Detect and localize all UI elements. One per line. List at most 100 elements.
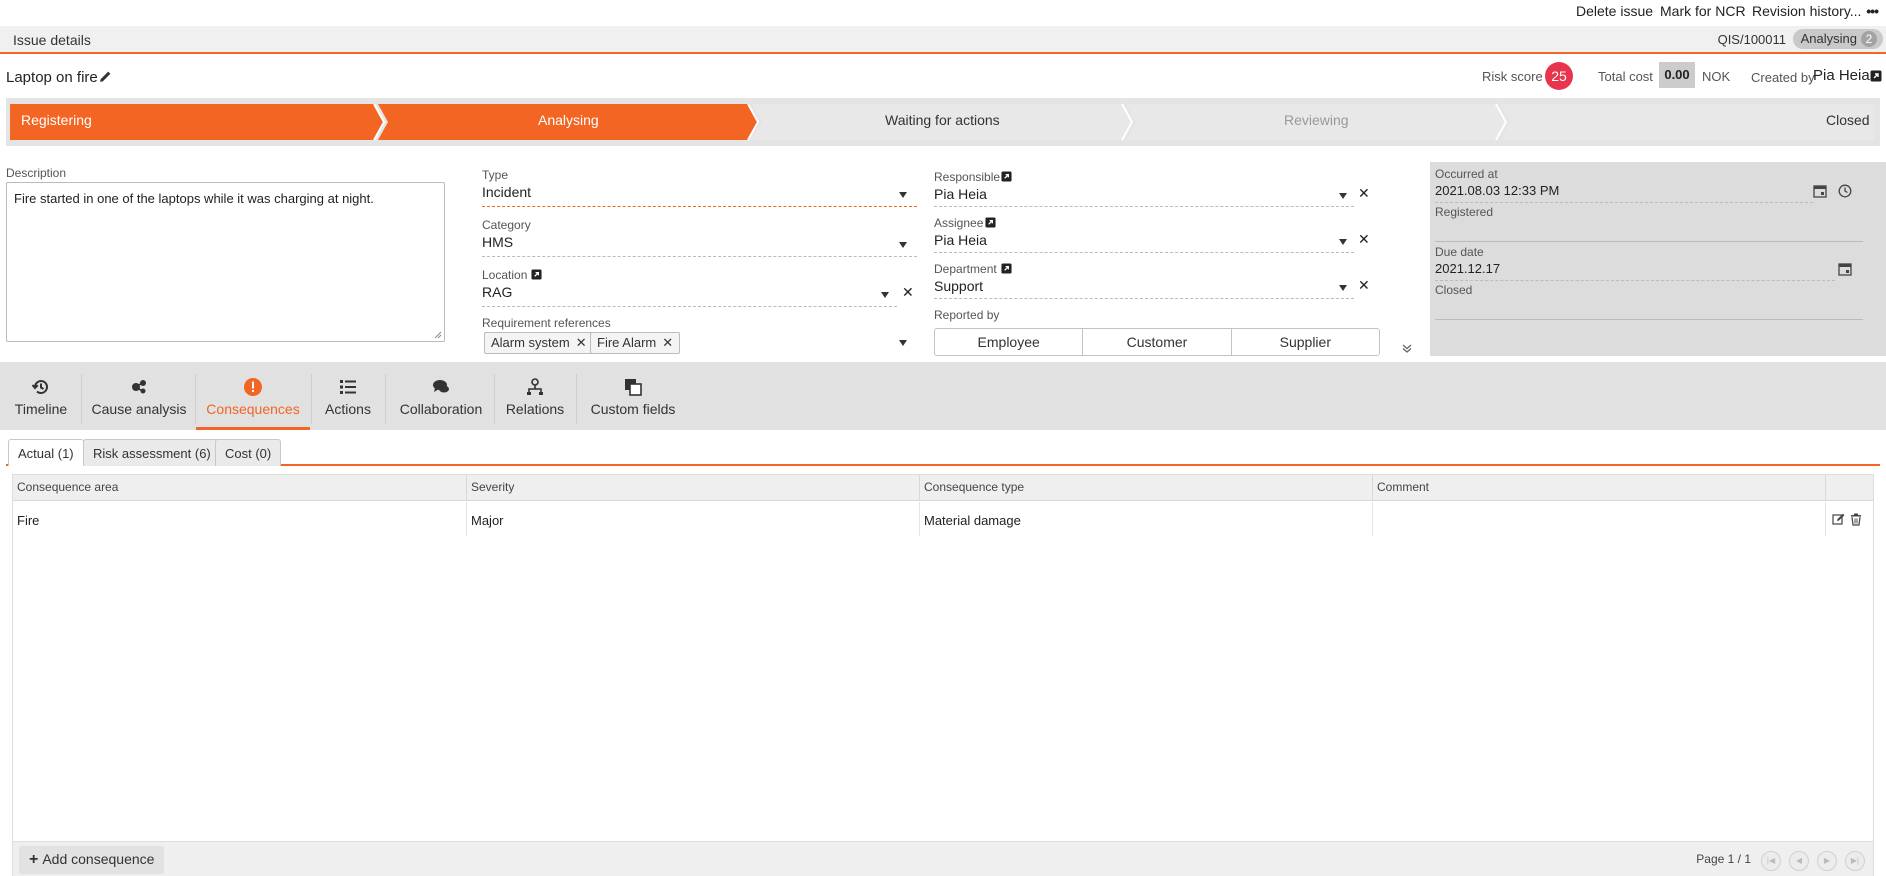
- occurred-at-value[interactable]: 2021.08.03 12:33 PM: [1435, 183, 1559, 198]
- tab-consequences[interactable]: Consequences: [196, 370, 310, 430]
- tab-timeline[interactable]: Timeline: [6, 370, 76, 430]
- last-page-icon[interactable]: ▶|: [1845, 851, 1865, 871]
- external-link-icon[interactable]: [1870, 70, 1882, 82]
- assignee-caret-icon[interactable]: [1339, 239, 1347, 245]
- column-row-actions: [1826, 475, 1873, 501]
- column-consequence-area[interactable]: Consequence area: [13, 475, 467, 501]
- location-caret-icon[interactable]: [881, 292, 889, 298]
- step-registering[interactable]: Registering: [21, 112, 92, 128]
- tab-collaboration[interactable]: Collaboration: [390, 370, 492, 430]
- tab-actions-label: Actions: [325, 401, 371, 417]
- subtab-actual[interactable]: Actual (1): [8, 439, 84, 466]
- tab-relations[interactable]: Relations: [498, 370, 572, 430]
- subtab-cost[interactable]: Cost (0): [215, 439, 282, 466]
- add-consequence-label: Add consequence: [42, 851, 155, 867]
- column-consequence-type[interactable]: Consequence type: [920, 475, 1373, 501]
- department-link-icon[interactable]: [1001, 263, 1012, 274]
- requirement-chip[interactable]: Alarm system ✕: [484, 332, 594, 354]
- grid-header: Consequence area Severity Consequence ty…: [13, 475, 1873, 501]
- requirements-caret-icon[interactable]: [899, 340, 907, 346]
- top-action-bar: Delete issue Mark for NCR Revision histo…: [0, 0, 1886, 26]
- assignee-link-icon[interactable]: [985, 217, 996, 228]
- reported-by-supplier[interactable]: Supplier: [1232, 329, 1379, 355]
- category-caret-icon[interactable]: [899, 242, 907, 248]
- department-clear-icon[interactable]: ✕: [1358, 277, 1370, 294]
- tab-custom-fields[interactable]: Custom fields: [580, 370, 686, 430]
- clock-icon[interactable]: [1838, 184, 1852, 198]
- consequences-grid: Consequence area Severity Consequence ty…: [12, 474, 1874, 876]
- tab-cause-analysis[interactable]: Cause analysis: [86, 370, 192, 430]
- requirement-chip[interactable]: Fire Alarm ✕: [590, 332, 681, 354]
- workflow-progress: Registering Analysing Waiting for action…: [6, 98, 1880, 146]
- subtab-risk-assessment[interactable]: Risk assessment (6): [83, 439, 221, 466]
- column-severity[interactable]: Severity: [467, 475, 920, 501]
- currency-label: NOK: [1702, 69, 1731, 84]
- department-caret-icon[interactable]: [1339, 285, 1347, 291]
- delete-issue-button[interactable]: Delete issue: [1576, 3, 1653, 19]
- tab-divider: [576, 374, 577, 424]
- step-closed[interactable]: Closed: [1826, 112, 1870, 128]
- responsible-select[interactable]: Pia Heia: [934, 186, 987, 202]
- issue-details-bar: Issue details QIS/100011 Analysing 2: [0, 26, 1886, 54]
- remove-chip-icon[interactable]: ✕: [662, 335, 673, 350]
- tab-actions[interactable]: Actions: [314, 370, 382, 430]
- add-consequence-button[interactable]: + Add consequence: [19, 846, 165, 874]
- tab-divider: [311, 374, 312, 424]
- edit-row-icon[interactable]: [1832, 513, 1845, 526]
- remove-chip-icon[interactable]: ✕: [576, 335, 587, 350]
- comments-icon: [433, 380, 449, 393]
- section-tabs: Timeline Cause analysis Consequences Act…: [0, 362, 1886, 430]
- type-select[interactable]: Incident: [482, 184, 531, 200]
- responsible-clear-icon[interactable]: ✕: [1358, 185, 1370, 202]
- more-options-button[interactable]: •••: [1866, 3, 1879, 19]
- due-date-value[interactable]: 2021.12.17: [1435, 261, 1500, 276]
- reported-by-label: Reported by: [934, 308, 1000, 322]
- registered-label: Registered: [1435, 205, 1494, 219]
- due-date-label: Due date: [1435, 245, 1484, 259]
- reported-by-employee[interactable]: Employee: [935, 329, 1084, 355]
- calendar-icon[interactable]: [1813, 184, 1827, 198]
- step-waiting-for-actions[interactable]: Waiting for actions: [885, 112, 1000, 128]
- type-caret-icon[interactable]: [899, 192, 907, 198]
- responsible-underline: [934, 206, 1354, 207]
- step-reviewing[interactable]: Reviewing: [1284, 112, 1349, 128]
- category-select[interactable]: HMS: [482, 234, 513, 250]
- due-date-underline: [1435, 280, 1835, 281]
- resize-handle-icon[interactable]: [434, 331, 442, 339]
- dates-panel: Occurred at 2021.08.03 12:33 PM Register…: [1430, 162, 1886, 356]
- previous-page-icon[interactable]: ◀: [1789, 851, 1809, 871]
- description-label: Description: [6, 166, 67, 180]
- assignee-select[interactable]: Pia Heia: [934, 232, 987, 248]
- location-link-icon[interactable]: [531, 269, 542, 280]
- department-select[interactable]: Support: [934, 278, 983, 294]
- assignee-clear-icon[interactable]: ✕: [1358, 231, 1370, 248]
- expand-down-icon[interactable]: [1401, 342, 1413, 354]
- mark-for-ncr-button[interactable]: Mark for NCR: [1660, 3, 1746, 19]
- step-analysing[interactable]: Analysing: [538, 112, 599, 128]
- closed-label: Closed: [1435, 283, 1473, 297]
- description-textarea[interactable]: Fire started in one of the laptops while…: [6, 182, 445, 342]
- risk-score-badge: 25: [1545, 62, 1573, 90]
- tab-relations-label: Relations: [505, 401, 565, 417]
- responsible-caret-icon[interactable]: [1339, 193, 1347, 199]
- assignee-underline: [934, 252, 1354, 253]
- reported-by-group: Employee Customer Supplier: [934, 328, 1380, 356]
- revision-history-button[interactable]: Revision history...: [1752, 3, 1861, 19]
- delete-row-icon[interactable]: [1850, 513, 1862, 526]
- requirement-chip-label: Alarm system: [491, 335, 570, 350]
- pencil-icon[interactable]: [99, 70, 112, 83]
- tab-divider: [81, 374, 82, 424]
- total-cost-label: Total cost: [1598, 69, 1653, 84]
- next-page-icon[interactable]: ▶: [1817, 851, 1837, 871]
- cell-severity: Major: [467, 502, 920, 536]
- location-clear-icon[interactable]: ✕: [902, 284, 914, 301]
- reported-by-customer[interactable]: Customer: [1083, 329, 1232, 355]
- calendar-icon[interactable]: [1838, 262, 1852, 276]
- status-label: Analysing: [1800, 31, 1857, 46]
- location-select[interactable]: RAG: [482, 284, 512, 300]
- first-page-icon[interactable]: |◀: [1761, 851, 1781, 871]
- tab-collaboration-label: Collaboration: [399, 401, 483, 417]
- responsible-link-icon[interactable]: [1001, 171, 1012, 182]
- page-info: Page 1 / 1: [1696, 852, 1751, 866]
- column-comment[interactable]: Comment: [1373, 475, 1826, 501]
